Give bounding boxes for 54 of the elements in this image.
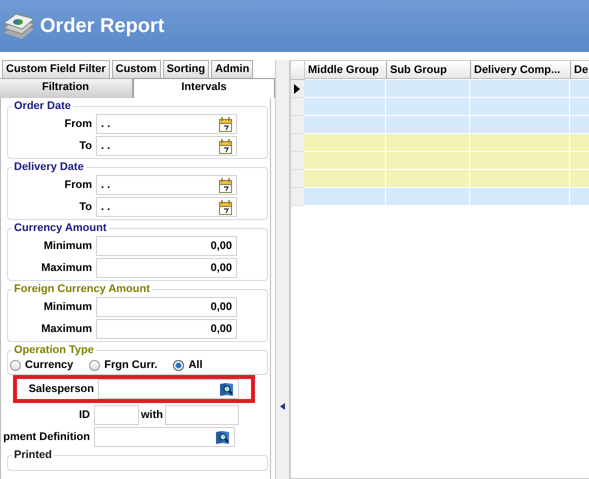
field-label: Maximum: [40, 262, 93, 274]
group-title: Order Date: [12, 100, 73, 112]
column-header[interactable]: Sub Group: [387, 61, 471, 79]
field-label: ID: [78, 409, 91, 421]
input-field[interactable]: [94, 405, 139, 425]
field-label: From: [64, 179, 93, 191]
column-header[interactable]: Delivery Comp...: [471, 61, 571, 79]
row-indicator[interactable]: [291, 80, 304, 98]
group-title: Operation Type: [12, 344, 96, 356]
input-field[interactable]: [94, 427, 235, 447]
group-title: Currency Amount: [12, 222, 108, 234]
calendar-icon[interactable]: [219, 116, 232, 132]
field-label: To: [78, 201, 93, 213]
input-field[interactable]: . .: [96, 175, 237, 195]
calendar-icon[interactable]: [219, 178, 232, 192]
group-title: Printed: [12, 449, 54, 461]
calendar-icon[interactable]: [219, 138, 232, 154]
field-label: To: [78, 140, 93, 152]
group-title: Foreign Currency Amount: [12, 283, 152, 295]
tab[interactable]: Intervals: [133, 78, 275, 98]
window-title: Order Report: [40, 14, 164, 38]
book-search-icon[interactable]: [215, 430, 230, 444]
input-field[interactable]: 0,00: [96, 297, 237, 317]
radio-option[interactable]: Currency: [10, 359, 74, 371]
group-title: Delivery Date: [12, 161, 86, 173]
field-label: Minimum: [42, 240, 93, 252]
input-field[interactable]: [165, 405, 239, 425]
column-header[interactable]: Middle Group: [305, 61, 387, 79]
input-field[interactable]: 0,00: [96, 319, 237, 339]
book-search-icon[interactable]: [219, 382, 234, 396]
input-field[interactable]: . .: [96, 136, 237, 156]
calendar-icon[interactable]: [219, 200, 232, 214]
document-stack-icon: [2, 11, 36, 41]
field-label: pment Definition: [2, 431, 91, 443]
left-arrow-icon[interactable]: [280, 403, 285, 410]
tab[interactable]: Filtration: [0, 78, 133, 98]
input-field[interactable]: 0,00: [96, 236, 237, 256]
input-field[interactable]: . .: [96, 114, 237, 134]
field-label: Salesperson: [28, 383, 95, 395]
tab[interactable]: Custom: [112, 60, 161, 78]
input-field[interactable]: 0,00: [96, 258, 237, 278]
field-label: with: [140, 409, 164, 421]
triangle-icon[interactable]: [294, 84, 300, 94]
tab[interactable]: Admin: [211, 60, 254, 78]
column-header[interactable]: De: [571, 61, 589, 79]
tab[interactable]: Sorting: [162, 60, 210, 78]
input-field[interactable]: [98, 379, 239, 399]
field-label: Minimum: [42, 301, 93, 313]
tab[interactable]: Custom Field Filter: [2, 60, 110, 78]
input-field[interactable]: . .: [96, 197, 237, 217]
field-label: Maximum: [40, 323, 93, 335]
radio-option[interactable]: All: [173, 359, 203, 371]
radio-option[interactable]: Frgn Curr.: [89, 359, 158, 371]
field-label: From: [64, 118, 93, 130]
